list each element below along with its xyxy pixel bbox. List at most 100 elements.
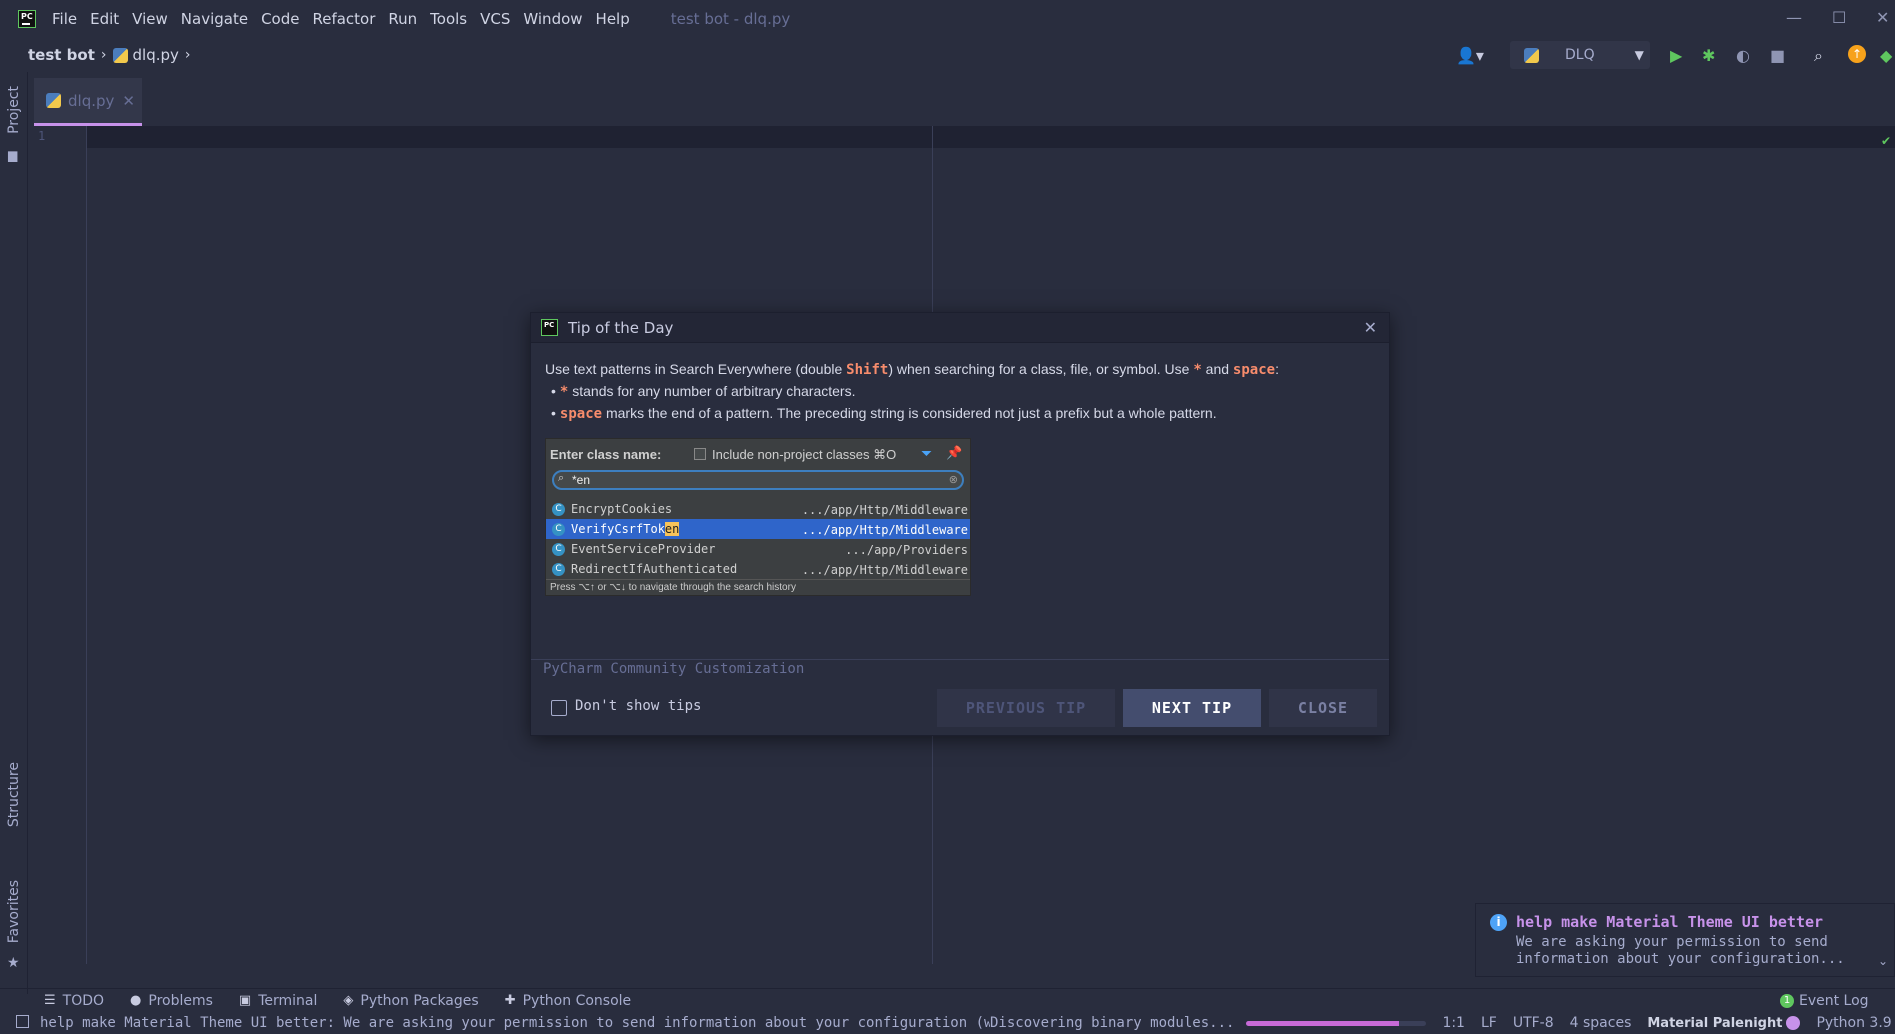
indent-setting[interactable]: 4 spaces: [1570, 1015, 1632, 1031]
menu-edit[interactable]: Edit: [88, 10, 121, 28]
tool-tab-terminal[interactable]: ▣ Terminal: [239, 993, 317, 1009]
list-item: C EncryptCookies .../app/Http/Middleware: [546, 499, 970, 519]
left-tool-stripe: Project ▆ Structure Favorites ★: [0, 72, 28, 994]
folder-icon: ▆: [8, 148, 18, 162]
tip-intro: Use text patterns in Search Everywhere (…: [545, 361, 1279, 378]
tool-tab-python-console[interactable]: ✚ Python Console: [505, 993, 631, 1009]
inspection-ok-icon[interactable]: ✔: [1881, 134, 1891, 148]
plugin-icon[interactable]: ◆: [1880, 46, 1892, 65]
tip-example-image: Enter class name: Include non-project cl…: [545, 438, 971, 596]
tool-tab-todo[interactable]: ☰ TODO: [44, 993, 104, 1009]
python-icon: [1524, 47, 1539, 63]
chevron-down-icon[interactable]: ⌄: [1878, 954, 1888, 968]
tip-intro-text: ) when searching for a class, file, or s…: [888, 361, 1194, 377]
clear-icon: ⊗: [948, 474, 958, 486]
notification-balloon[interactable]: i help make Material Theme UI better We …: [1475, 903, 1895, 977]
gutter-separator: [86, 126, 87, 964]
file-encoding[interactable]: UTF-8: [1513, 1015, 1554, 1031]
menu-navigate[interactable]: Navigate: [179, 10, 250, 28]
example-checkbox: [694, 448, 706, 460]
dialog-title: Tip of the Day: [568, 319, 674, 337]
class-name: EncryptCookies: [571, 502, 673, 516]
menubar: File Edit View Navigate Code Refactor Ru…: [0, 0, 1895, 38]
dont-show-tips-label[interactable]: Don't show tips: [575, 698, 701, 714]
status-bar: help make Material Theme UI better: We a…: [0, 1012, 1895, 1034]
dont-show-tips-checkbox[interactable]: [551, 700, 567, 716]
close-icon[interactable]: ✕: [1364, 318, 1377, 337]
kw-shift: Shift: [846, 362, 889, 378]
theme-indicator[interactable]: Material Palenight: [1647, 1016, 1782, 1031]
bullet-text: stands for any number of arbitrary chara…: [568, 383, 856, 399]
event-log-button[interactable]: 1 Event Log: [1780, 993, 1869, 1009]
previous-tip-button[interactable]: PREVIOUS TIP: [937, 689, 1115, 727]
tip-bullet-2: • space marks the end of a pattern. The p…: [545, 405, 1279, 422]
debug-icon[interactable]: ✱: [1702, 46, 1715, 65]
menu-refactor[interactable]: Refactor: [310, 10, 377, 28]
tip-bullet-1: • * stands for any number of arbitrary ch…: [545, 383, 1279, 400]
event-log-badge: 1: [1780, 993, 1794, 1008]
menu-tools[interactable]: Tools: [428, 10, 469, 28]
class-path: .../app/Providers: [845, 543, 968, 557]
bullet-icon: •: [551, 405, 556, 421]
maximize-icon[interactable]: ☐: [1832, 8, 1846, 27]
line-separator[interactable]: LF: [1481, 1015, 1497, 1031]
stop-icon[interactable]: ■: [1770, 46, 1785, 65]
class-name: EventServiceProvider: [571, 542, 716, 556]
tool-tab-problems[interactable]: ● Problems: [130, 993, 213, 1009]
class-path: .../app/Http/Middleware: [801, 563, 968, 577]
close-window-icon[interactable]: ✕: [1876, 8, 1889, 27]
example-include-label: Include non-project classes ⌘O: [712, 447, 897, 462]
structure-tool-button[interactable]: Structure: [6, 762, 22, 827]
breadcrumb-file[interactable]: dlq.py: [133, 46, 179, 64]
class-name-prefix: VerifyCsrfTok: [571, 522, 665, 536]
next-tip-button[interactable]: NEXT TIP: [1123, 689, 1261, 727]
update-icon[interactable]: ↑: [1848, 45, 1866, 63]
menu-view[interactable]: View: [130, 10, 170, 28]
run-icon[interactable]: ▶: [1670, 46, 1682, 65]
user-icon[interactable]: 👤▾: [1456, 46, 1484, 65]
chevron-right-icon: ›: [100, 47, 107, 63]
progress-fill: [1246, 1020, 1400, 1026]
menu-run[interactable]: Run: [386, 10, 419, 28]
class-name: RedirectIfAuthenticated: [571, 562, 738, 576]
class-icon: C: [552, 563, 565, 576]
menu-vcs[interactable]: VCS: [478, 10, 512, 28]
menu-file[interactable]: File: [50, 10, 79, 28]
tip-intro-text: :: [1275, 361, 1279, 377]
search-icon: ⌕: [558, 472, 565, 484]
match-highlight: en: [664, 522, 680, 536]
tab-dlq-py[interactable]: dlq.py ✕: [34, 78, 142, 126]
python-file-icon: [46, 93, 61, 108]
python-file-icon: [112, 47, 128, 63]
toggle-tool-windows-icon[interactable]: [16, 1015, 29, 1028]
search-icon[interactable]: ⌕: [1814, 46, 1823, 66]
bottom-tool-bar: ☰ TODO ● Problems ▣ Terminal ◈ Python Packag…: [0, 988, 1895, 1012]
tool-tab-python-packages[interactable]: ◈ Python Packages: [343, 993, 478, 1009]
chevron-right-icon: ›: [184, 47, 191, 63]
status-message[interactable]: help make Material Theme UI better: We a…: [40, 1015, 990, 1031]
favorites-tool-button[interactable]: Favorites: [6, 880, 22, 943]
run-config-selector[interactable]: DLQ ▼: [1510, 41, 1650, 69]
progress-text: Discovering binary modules...: [990, 1015, 1235, 1031]
class-icon: C: [552, 523, 565, 536]
close-button[interactable]: CLOSE: [1269, 689, 1377, 727]
coverage-icon[interactable]: ◐: [1736, 46, 1750, 65]
breadcrumb-project[interactable]: test bot: [28, 46, 95, 64]
line-number: 1: [38, 129, 46, 143]
current-line-highlight: [86, 126, 1895, 148]
caret-position[interactable]: 1:1: [1442, 1015, 1465, 1031]
close-tab-icon[interactable]: ✕: [122, 92, 135, 110]
packages-icon: ◈: [343, 993, 354, 1008]
editor-tab-bar: dlq.py ✕: [28, 72, 1895, 126]
python-interpreter[interactable]: Python 3.9: [1816, 1015, 1891, 1031]
project-tool-button[interactable]: Project: [6, 86, 22, 134]
menu-code[interactable]: Code: [259, 10, 301, 28]
menu-window[interactable]: Window: [521, 10, 584, 28]
bullet-icon: •: [551, 383, 556, 399]
example-search-value: *en: [572, 473, 591, 487]
minimize-icon[interactable]: —: [1786, 8, 1802, 27]
notification-title[interactable]: help make Material Theme UI better: [1516, 913, 1823, 931]
navigation-bar: test bot › dlq.py › 👤▾ DLQ ▼ ▶ ✱ ◐ ■ ⌕ ↑…: [0, 38, 1895, 72]
kw-star: *: [1193, 362, 1202, 378]
menu-help[interactable]: Help: [594, 10, 632, 28]
